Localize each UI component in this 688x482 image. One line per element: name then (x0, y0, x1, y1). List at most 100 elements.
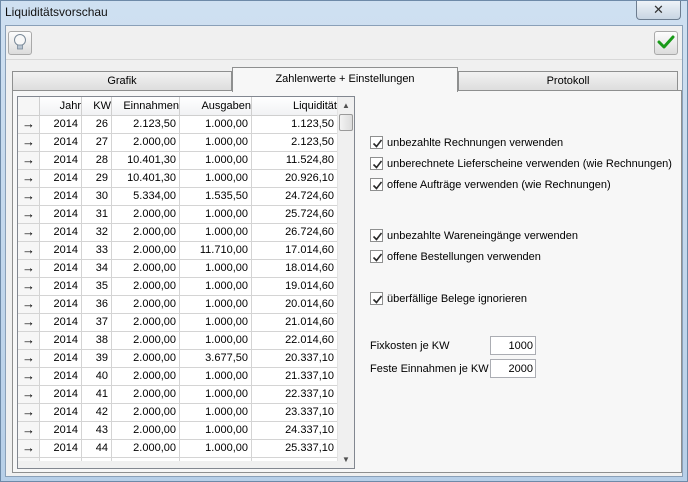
cell-jahr[interactable]: 2014 (40, 152, 82, 170)
row-indicator-icon[interactable]: → (18, 350, 40, 368)
cell-ausgaben[interactable]: 1.000,00 (180, 260, 252, 278)
row-indicator-icon[interactable]: → (18, 224, 40, 242)
cell-einnahmen[interactable]: 2.000,00 (112, 332, 180, 350)
cell-kw[interactable]: 29 (82, 170, 112, 188)
cell-ausgaben[interactable]: 1.535,50 (180, 188, 252, 206)
fixkosten-input[interactable] (490, 336, 536, 355)
checkbox-unbezahlte-rechnungen[interactable]: unbezahlte Rechnungen verwenden (370, 136, 563, 149)
checkbox-box[interactable] (370, 229, 383, 242)
cell-jahr[interactable]: 2014 (40, 224, 82, 242)
row-indicator-icon[interactable]: → (18, 422, 40, 440)
cell-liquiditaet[interactable]: 19.014,60 (252, 278, 338, 296)
cell-jahr[interactable]: 2014 (40, 260, 82, 278)
cell-jahr[interactable]: 2014 (40, 134, 82, 152)
vertical-scrollbar[interactable]: ▲ ▼ (337, 97, 354, 468)
row-indicator-icon[interactable]: → (18, 242, 40, 260)
cell-einnahmen[interactable]: 10.401,30 (112, 152, 180, 170)
cell-ausgaben[interactable]: 1.000,00 (180, 224, 252, 242)
cell-jahr[interactable]: 2014 (40, 332, 82, 350)
cell-ausgaben[interactable]: 1.000,00 (180, 386, 252, 404)
cell-kw[interactable]: 40 (82, 368, 112, 386)
table-row[interactable]: → 2014 38 2.000,00 1.000,00 22.014,60 (18, 332, 338, 350)
tab-protokoll[interactable]: Protokoll (458, 71, 678, 91)
table-row[interactable]: → 2014 44 2.000,00 1.000,00 25.337,10 (18, 440, 338, 458)
cell-jahr[interactable]: 2014 (40, 422, 82, 440)
cell-liquiditaet[interactable]: 23.337,10 (252, 404, 338, 422)
cell-kw[interactable]: 26 (82, 116, 112, 134)
cell-liquiditaet[interactable]: 20.014,60 (252, 296, 338, 314)
table-row[interactable]: → 2014 30 5.334,00 1.535,50 24.724,60 (18, 188, 338, 206)
cell-ausgaben[interactable]: 11.710,00 (180, 242, 252, 260)
checkbox-unbezahlte-wareneingaenge[interactable]: unbezahlte Wareneingänge verwenden (370, 229, 578, 242)
table-row[interactable]: → 2014 29 10.401,30 1.000,00 20.926,10 (18, 170, 338, 188)
cell-einnahmen[interactable]: 2.000,00 (112, 296, 180, 314)
cell-einnahmen[interactable]: 2.000,00 (112, 404, 180, 422)
checkbox-box[interactable] (370, 178, 383, 191)
checkbox-box[interactable] (370, 292, 383, 305)
cell-jahr[interactable]: 2014 (40, 170, 82, 188)
cell-kw[interactable]: 28 (82, 152, 112, 170)
row-indicator-icon[interactable]: → (18, 368, 40, 386)
tab-zahlenwerte[interactable]: Zahlenwerte + Einstellungen (232, 67, 458, 92)
cell-jahr[interactable]: 2014 (40, 386, 82, 404)
cell-liquiditaet[interactable]: 11.524,80 (252, 152, 338, 170)
column-header-kw[interactable]: KW (82, 97, 112, 116)
confirm-button[interactable] (654, 31, 678, 55)
cell-ausgaben[interactable]: 1.000,00 (180, 278, 252, 296)
table-row[interactable]: → 2014 41 2.000,00 1.000,00 22.337,10 (18, 386, 338, 404)
cell-kw[interactable]: 35 (82, 278, 112, 296)
scroll-thumb[interactable] (339, 114, 353, 131)
cell-ausgaben[interactable]: 1.000,00 (180, 170, 252, 188)
cell-liquiditaet[interactable]: 21.014,60 (252, 314, 338, 332)
table-row[interactable]: → 2014 37 2.000,00 1.000,00 21.014,60 (18, 314, 338, 332)
table-row[interactable]: → 2014 27 2.000,00 1.000,00 2.123,50 (18, 134, 338, 152)
cell-ausgaben[interactable]: 1.000,00 (180, 368, 252, 386)
cell-einnahmen[interactable]: 5.334,00 (112, 188, 180, 206)
cell-jahr[interactable]: 2014 (40, 116, 82, 134)
cell-liquiditaet[interactable]: 24.337,10 (252, 422, 338, 440)
cell-liquiditaet[interactable]: 24.724,60 (252, 188, 338, 206)
cell-kw[interactable]: 27 (82, 134, 112, 152)
cell-jahr[interactable]: 2014 (40, 440, 82, 458)
checkbox-box[interactable] (370, 250, 383, 263)
cell-ausgaben[interactable]: 1.000,00 (180, 296, 252, 314)
cell-kw[interactable]: 39 (82, 350, 112, 368)
cell-liquiditaet[interactable]: 17.014,60 (252, 242, 338, 260)
cell-liquiditaet[interactable]: 22.014,60 (252, 332, 338, 350)
cell-jahr[interactable]: 2014 (40, 242, 82, 260)
table-row[interactable]: → 2014 34 2.000,00 1.000,00 18.014,60 (18, 260, 338, 278)
cell-einnahmen[interactable]: 2.000,00 (112, 386, 180, 404)
column-header-ausgaben[interactable]: Ausgaben (180, 97, 252, 116)
cell-einnahmen[interactable]: 2.000,00 (112, 224, 180, 242)
cell-einnahmen[interactable]: 2.000,00 (112, 350, 180, 368)
table-row[interactable]: → 2014 42 2.000,00 1.000,00 23.337,10 (18, 404, 338, 422)
cell-liquiditaet[interactable]: 20.926,10 (252, 170, 338, 188)
row-indicator-icon[interactable]: → (18, 440, 40, 458)
table-row[interactable]: → 2014 32 2.000,00 1.000,00 26.724,60 (18, 224, 338, 242)
cell-liquiditaet[interactable]: 20.337,10 (252, 350, 338, 368)
cell-kw[interactable]: 41 (82, 386, 112, 404)
scroll-down-icon[interactable]: ▼ (338, 451, 354, 468)
cell-ausgaben[interactable]: 1.000,00 (180, 440, 252, 458)
tab-grafik[interactable]: Grafik (12, 71, 232, 91)
cell-einnahmen[interactable]: 10.401,30 (112, 170, 180, 188)
column-header-indicator[interactable] (18, 97, 40, 116)
cell-jahr[interactable]: 2014 (40, 350, 82, 368)
row-indicator-icon[interactable]: → (18, 404, 40, 422)
cell-liquiditaet[interactable]: 18.014,60 (252, 260, 338, 278)
hint-button[interactable] (8, 31, 32, 55)
cell-einnahmen[interactable]: 2.000,00 (112, 368, 180, 386)
cell-liquiditaet[interactable]: 22.337,10 (252, 386, 338, 404)
cell-ausgaben[interactable]: 1.000,00 (180, 206, 252, 224)
cell-liquiditaet[interactable]: 25.337,10 (252, 440, 338, 458)
row-indicator-icon[interactable]: → (18, 278, 40, 296)
cell-jahr[interactable]: 2014 (40, 368, 82, 386)
cell-kw[interactable]: 32 (82, 224, 112, 242)
cell-einnahmen[interactable]: 2.123,50 (112, 116, 180, 134)
cell-einnahmen[interactable]: 2.000,00 (112, 422, 180, 440)
cell-liquiditaet[interactable]: 2.123,50 (252, 134, 338, 152)
horizontal-scrollbar[interactable] (18, 461, 338, 468)
cell-ausgaben[interactable]: 1.000,00 (180, 134, 252, 152)
cell-liquiditaet[interactable]: 21.337,10 (252, 368, 338, 386)
feste-einnahmen-input[interactable] (490, 359, 536, 378)
